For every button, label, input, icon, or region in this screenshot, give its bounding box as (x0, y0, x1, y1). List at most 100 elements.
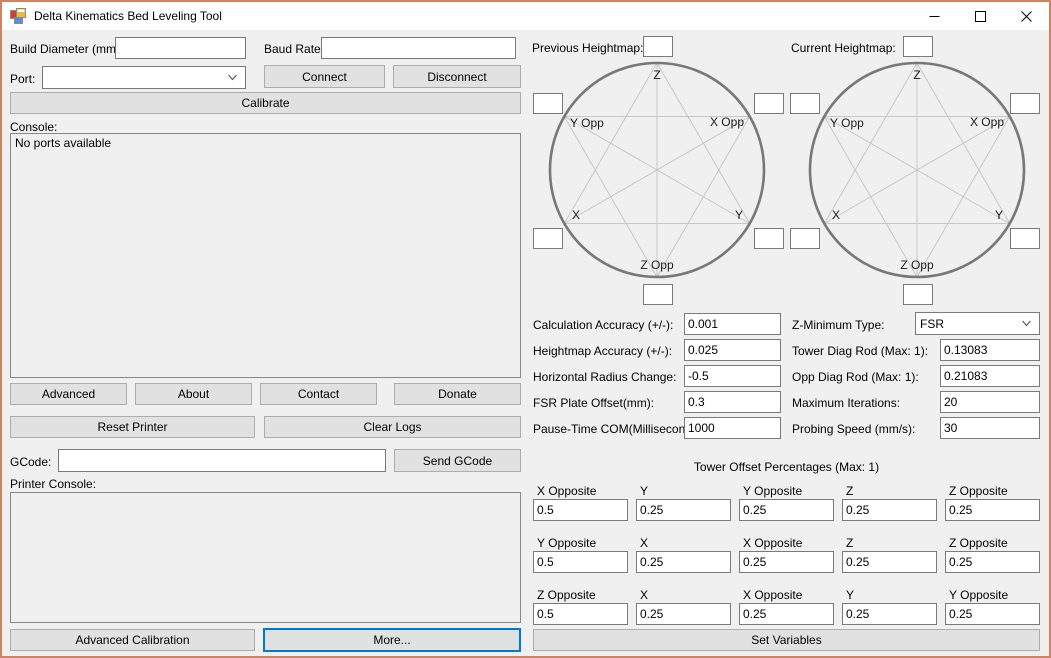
tower-offset-header: X (640, 588, 648, 602)
z-minimum-type-label: Z-Minimum Type: (792, 318, 884, 332)
heightmap-accuracy-input[interactable] (684, 339, 781, 361)
port-combobox[interactable] (42, 66, 246, 89)
horizontal-radius-change-input[interactable] (684, 365, 781, 387)
maximum-iterations-input[interactable] (940, 391, 1040, 413)
current-heightmap-yopp-input[interactable] (790, 93, 820, 114)
tower-offset-input[interactable] (533, 603, 628, 625)
tower-offset-input[interactable] (945, 603, 1040, 625)
tower-offset-input[interactable] (739, 603, 834, 625)
build-diameter-input[interactable] (115, 37, 246, 59)
tower-offset-input[interactable] (739, 499, 834, 521)
minimize-button[interactable] (911, 2, 957, 30)
calculation-accuracy-label: Calculation Accuracy (+/-): (533, 318, 673, 332)
printer-console-output[interactable] (10, 492, 521, 623)
disconnect-button[interactable]: Disconnect (393, 65, 521, 88)
tower-offset-input[interactable] (739, 551, 834, 573)
fsr-plate-offset-label: FSR Plate Offset(mm): (533, 396, 654, 410)
clear-logs-button[interactable]: Clear Logs (264, 416, 521, 438)
current-heightmap-y-input[interactable] (1010, 228, 1040, 249)
set-variables-button[interactable]: Set Variables (533, 629, 1040, 651)
current-heightmap-zopp-input[interactable] (903, 284, 933, 305)
title-bar: Delta Kinematics Bed Leveling Tool (2, 2, 1049, 30)
previous-heightmap-top-input[interactable] (643, 36, 673, 57)
tower-offset-header: Y Opposite (949, 588, 1008, 602)
console-label: Console: (10, 120, 57, 134)
connect-button[interactable]: Connect (264, 65, 385, 88)
tower-offset-header: Z Opposite (949, 484, 1008, 498)
tower-offset-input[interactable] (533, 551, 628, 573)
current-heightmap-label: Current Heightmap: (791, 41, 896, 55)
tower-offset-input[interactable] (945, 499, 1040, 521)
calculation-accuracy-input[interactable] (684, 313, 781, 335)
tower-offset-input[interactable] (945, 551, 1040, 573)
gcode-label: GCode: (10, 455, 51, 469)
tower-offset-input[interactable] (636, 551, 731, 573)
app-window: Delta Kinematics Bed Leveling Tool Build… (0, 0, 1051, 658)
reset-printer-button[interactable]: Reset Printer (10, 416, 255, 438)
current-heightmap-diagram: Z X Opp Y Opp X Y Z Opp (808, 61, 1026, 279)
tower-offset-input[interactable] (842, 551, 937, 573)
horizontal-radius-change-label: Horizontal Radius Change: (533, 370, 676, 384)
contact-button[interactable]: Contact (260, 383, 377, 405)
tower-offset-header: Z Opposite (537, 588, 596, 602)
heightmap-accuracy-label: Heightmap Accuracy (+/-): (533, 344, 672, 358)
calibrate-button[interactable]: Calibrate (10, 92, 521, 114)
window-title: Delta Kinematics Bed Leveling Tool (34, 9, 222, 23)
chevron-down-icon (227, 74, 238, 81)
pause-time-com-input[interactable] (684, 417, 781, 439)
current-heightmap-xopp-input[interactable] (1010, 93, 1040, 114)
previous-heightmap-y-input[interactable] (754, 228, 784, 249)
vertex-label-y-opp: Y Opp (570, 116, 604, 130)
previous-heightmap-zopp-input[interactable] (643, 284, 673, 305)
send-gcode-button[interactable]: Send GCode (394, 449, 521, 472)
advanced-button[interactable]: Advanced (10, 383, 127, 405)
probing-speed-label: Probing Speed (mm/s): (792, 422, 915, 436)
current-heightmap-top-input[interactable] (903, 36, 933, 57)
tower-offset-header: X (640, 536, 648, 550)
vertex-label-x-opp: X Opp (710, 115, 744, 129)
chevron-down-icon (1021, 320, 1032, 327)
maximize-button[interactable] (957, 2, 1003, 30)
tower-offset-header: Y Opposite (743, 484, 802, 498)
baud-rate-label: Baud Rate: (264, 42, 324, 56)
tower-offset-input[interactable] (636, 499, 731, 521)
tower-offset-header: Z (846, 536, 853, 550)
more-button[interactable]: More... (263, 628, 521, 652)
port-label: Port: (10, 72, 35, 86)
previous-heightmap-x-input[interactable] (533, 228, 563, 249)
vertex-label-x-opp: X Opp (970, 115, 1004, 129)
donate-button[interactable]: Donate (394, 383, 521, 405)
close-button[interactable] (1003, 2, 1049, 30)
z-minimum-type-value: FSR (920, 317, 944, 331)
probing-speed-input[interactable] (940, 417, 1040, 439)
printer-console-label: Printer Console: (10, 477, 96, 491)
opp-diag-rod-label: Opp Diag Rod (Max: 1): (792, 370, 919, 384)
previous-heightmap-yopp-input[interactable] (533, 93, 563, 114)
vertex-label-y-opp: Y Opp (830, 116, 864, 130)
vertex-label-z: Z (913, 68, 920, 82)
tower-offset-title: Tower Offset Percentages (Max: 1) (533, 460, 1040, 474)
current-heightmap-x-input[interactable] (790, 228, 820, 249)
baud-rate-input[interactable] (321, 37, 516, 59)
previous-heightmap-diagram: Z X Opp Y Opp X Y Z Opp (548, 61, 766, 279)
app-icon (10, 8, 26, 24)
gcode-input[interactable] (58, 449, 386, 472)
about-button[interactable]: About (135, 383, 252, 405)
z-minimum-type-combobox[interactable]: FSR (915, 312, 1040, 335)
tower-diag-rod-input[interactable] (940, 339, 1040, 361)
pause-time-com-label: Pause-Time COM(Milliseconds): (533, 422, 705, 436)
tower-offset-input[interactable] (636, 603, 731, 625)
fsr-plate-offset-input[interactable] (684, 391, 781, 413)
tower-offset-input[interactable] (842, 499, 937, 521)
close-icon (1021, 11, 1032, 22)
tower-offset-input[interactable] (533, 499, 628, 521)
advanced-calibration-button[interactable]: Advanced Calibration (10, 629, 255, 651)
opp-diag-rod-input[interactable] (940, 365, 1040, 387)
tower-offset-header: X Opposite (743, 588, 802, 602)
previous-heightmap-xopp-input[interactable] (754, 93, 784, 114)
tower-offset-header: Y (846, 588, 854, 602)
tower-offset-input[interactable] (842, 603, 937, 625)
console-output[interactable]: No ports available (10, 133, 521, 378)
minimize-icon (929, 11, 940, 22)
maximize-icon (975, 11, 986, 22)
